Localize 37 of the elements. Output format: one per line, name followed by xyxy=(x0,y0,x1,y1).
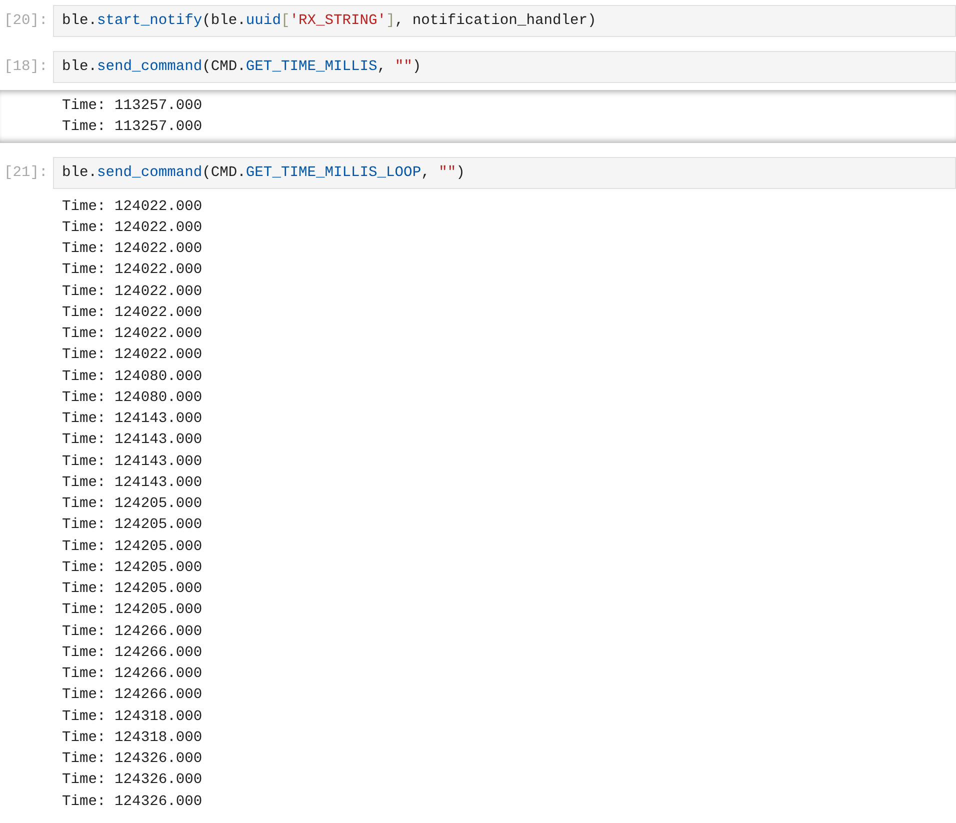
output-line: Time: 124143.000 xyxy=(62,410,202,429)
output-line: Time: 124266.000 xyxy=(62,665,202,684)
code-input[interactable]: ble.send_command(CMD.GET_TIME_MILLIS_LOOP, "") xyxy=(53,156,956,188)
output-line: Time: 124205.000 xyxy=(62,580,202,599)
output-line: Time: 124205.000 xyxy=(62,495,202,514)
code-input[interactable]: ble.send_command(CMD.GET_TIME_MILLIS, "") xyxy=(53,51,956,83)
output-line: Time: 124022.000 xyxy=(62,198,202,216)
output-line: Time: 124022.000 xyxy=(62,304,202,323)
output-line: Time: 124205.000 xyxy=(62,558,202,578)
output-line: Time: 124080.000 xyxy=(62,368,202,386)
output-line: Time: 124266.000 xyxy=(62,644,202,663)
output-line: Time: 124022.000 xyxy=(62,240,202,259)
output-line: Time: 124318.000 xyxy=(62,708,202,726)
output-line: Time: 124143.000 xyxy=(62,452,202,472)
output-line: Time: 124143.000 xyxy=(62,474,202,493)
output-line: Time: 124022.000 xyxy=(62,282,202,302)
output-line: Time: 124326.000 xyxy=(62,792,202,812)
output-line: Time: 124080.000 xyxy=(62,388,202,408)
output-line: Time: 124022.000 xyxy=(62,218,202,238)
output-line: Time: 124022.000 xyxy=(62,261,202,280)
output-line: Time: 124022.000 xyxy=(62,325,202,344)
output-line: Time: 124205.000 xyxy=(62,538,202,556)
output-line: Time: 124266.000 xyxy=(62,686,202,706)
output-line: Time: 124266.000 xyxy=(62,622,202,642)
output-line: Time: 124022.000 xyxy=(62,346,202,366)
cell-prompt: [20]: xyxy=(3,13,45,29)
output-line: Time: 113257.000 xyxy=(62,118,202,138)
cell-prompt: [18]: xyxy=(3,59,45,75)
output-line: Time: 113257.000 xyxy=(62,97,202,116)
output-line: Time: 124326.000 xyxy=(62,771,202,790)
output-line: Time: 124205.000 xyxy=(62,601,202,620)
output-line: Time: 124318.000 xyxy=(62,728,202,748)
output-line: Time: 124205.000 xyxy=(62,516,202,536)
output-line: Time: 124143.000 xyxy=(62,431,202,450)
output-line: Time: 124326.000 xyxy=(62,750,202,769)
code-input[interactable]: ble.start_notify(ble.uuid['RX_STRING'], notification_handler) xyxy=(53,5,956,37)
cell-prompt: [21]: xyxy=(3,164,45,180)
